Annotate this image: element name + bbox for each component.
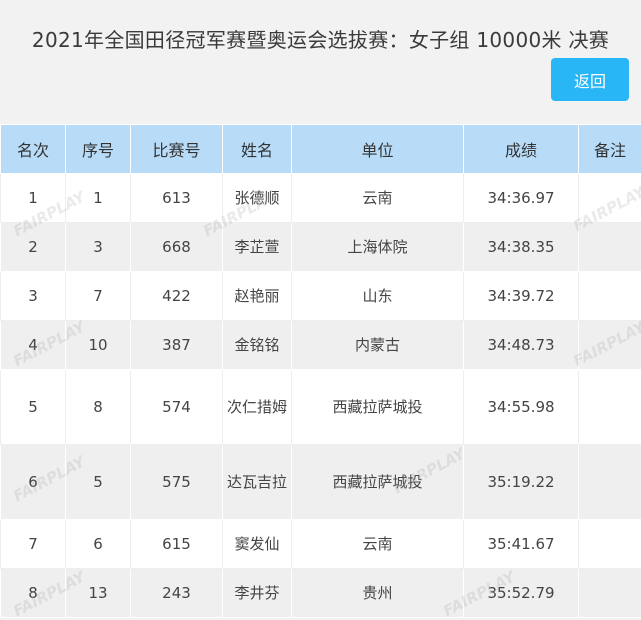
table-row: 5 8 574 次仁措姆 西藏拉萨城投 34:55.98 [1, 370, 641, 445]
table-row: 4 10 387 金铭铭 内蒙古 34:48.73 [1, 321, 641, 370]
cell-note [579, 272, 641, 321]
table-row: 6 5 575 达瓦吉拉 西藏拉萨城投 35:19.22 [1, 445, 641, 520]
cell-rank: 1 [1, 174, 66, 223]
cell-name: 李芷萱 [223, 223, 292, 272]
cell-rank: 4 [1, 321, 66, 370]
header-name: 姓名 [223, 125, 292, 174]
cell-result: 34:55.98 [464, 370, 579, 445]
cell-result: 35:41.67 [464, 520, 579, 569]
header-unit: 单位 [292, 125, 464, 174]
table-row: 1 1 613 张德顺 云南 34:36.97 [1, 174, 641, 223]
cell-bib: 243 [131, 569, 223, 618]
cell-bib: 574 [131, 370, 223, 445]
table-row: 7 6 615 窦发仙 云南 35:41.67 [1, 520, 641, 569]
cell-note [579, 520, 641, 569]
cell-result: 34:36.97 [464, 174, 579, 223]
cell-name: 赵艳丽 [223, 272, 292, 321]
cell-result: 35:52.79 [464, 569, 579, 618]
table-row: 8 13 243 李井芬 贵州 35:52.79 [1, 569, 641, 618]
cell-note [579, 370, 641, 445]
cell-rank: 2 [1, 223, 66, 272]
cell-unit: 贵州 [292, 569, 464, 618]
cell-unit: 西藏拉萨城投 [292, 370, 464, 445]
cell-rank: 6 [1, 445, 66, 520]
header-seq: 序号 [66, 125, 131, 174]
cell-rank: 8 [1, 569, 66, 618]
cell-note [579, 445, 641, 520]
table-header-row: 名次 序号 比赛号 姓名 单位 成绩 备注 [1, 125, 641, 174]
cell-seq: 8 [66, 370, 131, 445]
cell-unit: 西藏拉萨城投 [292, 445, 464, 520]
cell-name: 次仁措姆 [223, 370, 292, 445]
results-table: 名次 序号 比赛号 姓名 单位 成绩 备注 1 1 613 张德顺 云南 34:… [0, 124, 641, 618]
cell-unit: 内蒙古 [292, 321, 464, 370]
cell-seq: 6 [66, 520, 131, 569]
cell-unit: 云南 [292, 520, 464, 569]
cell-result: 34:48.73 [464, 321, 579, 370]
cell-bib: 613 [131, 174, 223, 223]
cell-name: 张德顺 [223, 174, 292, 223]
cell-unit: 云南 [292, 174, 464, 223]
cell-unit: 山东 [292, 272, 464, 321]
cell-name: 李井芬 [223, 569, 292, 618]
cell-seq: 5 [66, 445, 131, 520]
cell-rank: 5 [1, 370, 66, 445]
cell-result: 34:38.35 [464, 223, 579, 272]
header-result: 成绩 [464, 125, 579, 174]
cell-note [579, 174, 641, 223]
header-note: 备注 [579, 125, 641, 174]
cell-seq: 3 [66, 223, 131, 272]
cell-seq: 10 [66, 321, 131, 370]
cell-note [579, 321, 641, 370]
cell-result: 35:19.22 [464, 445, 579, 520]
table-row: 2 3 668 李芷萱 上海体院 34:38.35 [1, 223, 641, 272]
cell-note [579, 569, 641, 618]
cell-name: 金铭铭 [223, 321, 292, 370]
cell-seq: 13 [66, 569, 131, 618]
cell-name: 达瓦吉拉 [223, 445, 292, 520]
cell-rank: 3 [1, 272, 66, 321]
cell-bib: 422 [131, 272, 223, 321]
cell-result: 34:39.72 [464, 272, 579, 321]
header-bib: 比赛号 [131, 125, 223, 174]
cell-bib: 615 [131, 520, 223, 569]
header-rank: 名次 [1, 125, 66, 174]
page-title: 2021年全国田径冠军赛暨奥运会选拔赛：女子组 10000米 决赛 [0, 24, 641, 53]
cell-seq: 1 [66, 174, 131, 223]
cell-bib: 387 [131, 321, 223, 370]
cell-rank: 7 [1, 520, 66, 569]
cell-unit: 上海体院 [292, 223, 464, 272]
cell-note [579, 223, 641, 272]
cell-seq: 7 [66, 272, 131, 321]
table-row: 3 7 422 赵艳丽 山东 34:39.72 [1, 272, 641, 321]
cell-name: 窦发仙 [223, 520, 292, 569]
back-button[interactable]: 返回 [551, 58, 629, 101]
cell-bib: 668 [131, 223, 223, 272]
cell-bib: 575 [131, 445, 223, 520]
